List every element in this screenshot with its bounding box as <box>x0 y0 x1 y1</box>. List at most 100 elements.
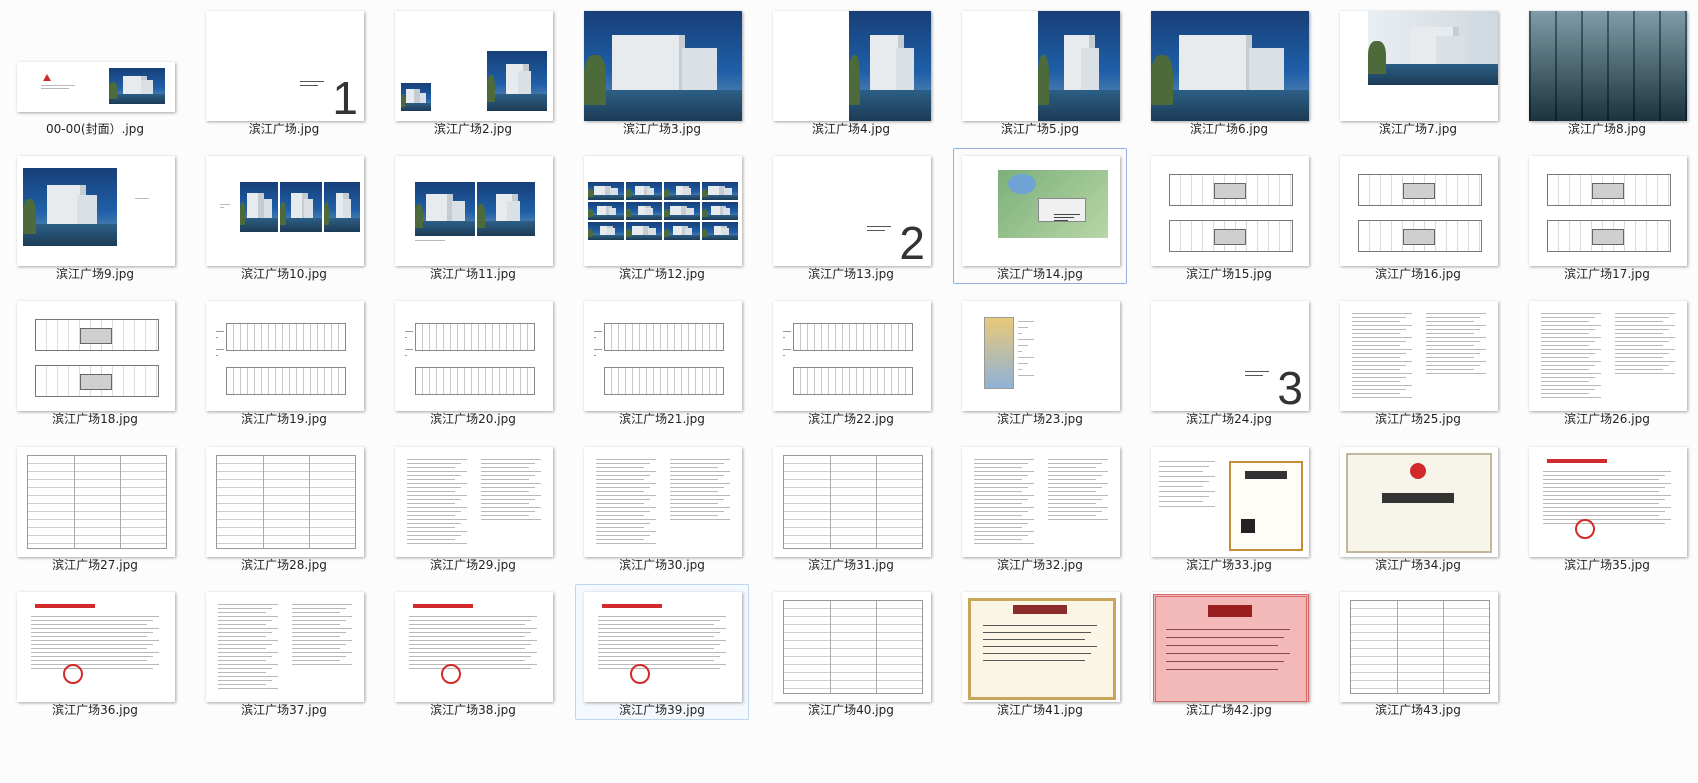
file-item[interactable]: 滨江广场33.jpg <box>1142 439 1316 575</box>
file-item[interactable]: 滨江广场11.jpg <box>386 148 560 284</box>
file-thumbnail <box>1340 446 1498 557</box>
file-name: 滨江广场27.jpg <box>52 557 138 572</box>
file-item[interactable]: 滨江广场43.jpg <box>1331 584 1505 720</box>
file-thumbnail: 3 <box>1151 301 1309 412</box>
file-thumbnail <box>773 301 931 412</box>
file-item[interactable]: 滨江广场36.jpg <box>8 584 182 720</box>
file-name: 滨江广场16.jpg <box>1375 267 1461 282</box>
file-thumbnail <box>1340 156 1498 267</box>
file-item[interactable]: 滨江广场12.jpg <box>575 148 749 284</box>
file-item[interactable]: 滨江广场18.jpg <box>8 293 182 429</box>
file-item[interactable]: 滨江广场26.jpg <box>1520 293 1694 429</box>
thumbnail-image <box>773 591 931 702</box>
file-item[interactable]: 滨江广场23.jpg <box>953 293 1127 429</box>
file-item[interactable]: 滨江广场28.jpg <box>197 439 371 575</box>
file-item[interactable]: 滨江广场3.jpg <box>575 3 749 139</box>
file-thumbnail <box>773 591 931 702</box>
file-item[interactable]: 滨江广场6.jpg <box>1142 3 1316 139</box>
file-name: 滨江广场29.jpg <box>430 557 516 572</box>
file-item[interactable]: 滨江广场34.jpg <box>1331 439 1505 575</box>
file-item[interactable]: 滨江广场16.jpg <box>1331 148 1505 284</box>
thumbnail-image <box>1529 11 1687 121</box>
file-name: 滨江广场7.jpg <box>1378 122 1458 136</box>
thumbnail-image <box>206 156 364 267</box>
file-item[interactable]: 滨江广场10.jpg <box>197 148 371 284</box>
thumbnail-image <box>1529 301 1687 412</box>
thumbnail-image <box>206 301 364 412</box>
thumbnail-image <box>584 591 742 702</box>
file-thumbnail <box>17 11 175 121</box>
file-item[interactable]: 滨江广场41.jpg <box>953 584 1127 720</box>
file-thumbnail <box>584 156 742 267</box>
section-number: 3 <box>1277 362 1303 412</box>
file-item[interactable]: 滨江广场4.jpg <box>764 3 938 139</box>
file-item[interactable]: 滨江广场29.jpg <box>386 439 560 575</box>
file-name: 滨江广场2.jpg <box>433 122 513 136</box>
file-name: 滨江广场42.jpg <box>1186 702 1272 717</box>
thumbnail-image <box>395 591 553 702</box>
file-thumbnail <box>17 301 175 412</box>
file-name: 滨江广场36.jpg <box>52 702 138 717</box>
file-thumbnail <box>1340 11 1498 121</box>
file-name: 滨江广场22.jpg <box>808 412 894 427</box>
thumbnail-image <box>584 11 742 121</box>
file-item[interactable]: 滨江广场2.jpg <box>386 3 560 139</box>
file-name: 滨江广场23.jpg <box>997 412 1083 427</box>
file-item[interactable]: 2 滨江广场13.jpg <box>764 148 938 284</box>
file-item[interactable]: 滨江广场20.jpg <box>386 293 560 429</box>
file-item[interactable]: 滨江广场40.jpg <box>764 584 938 720</box>
file-thumbnail <box>395 301 553 412</box>
thumbnail-image <box>1151 591 1309 702</box>
file-thumbnail <box>1529 301 1687 412</box>
file-thumbnail <box>206 301 364 412</box>
thumbnail-image <box>1340 591 1498 702</box>
file-item[interactable]: 滨江广场9.jpg <box>8 148 182 284</box>
file-item[interactable]: 滨江广场7.jpg <box>1331 3 1505 139</box>
file-item[interactable]: 滨江广场8.jpg <box>1520 3 1694 139</box>
file-name: 滨江广场12.jpg <box>619 267 705 282</box>
thumbnail-image <box>17 591 175 702</box>
thumbnail-image <box>17 156 175 267</box>
file-item[interactable]: 滨江广场14.jpg <box>953 148 1127 285</box>
file-name: 滨江广场8.jpg <box>1567 122 1647 136</box>
file-name: 滨江广场9.jpg <box>55 267 135 282</box>
file-item[interactable]: 滨江广场27.jpg <box>8 439 182 575</box>
file-item[interactable]: 滨江广场19.jpg <box>197 293 371 429</box>
file-thumbnail <box>773 11 931 121</box>
file-thumbnail <box>962 301 1120 412</box>
thumbnail-image <box>1151 446 1309 557</box>
file-item[interactable]: 滨江广场15.jpg <box>1142 148 1316 284</box>
file-item[interactable]: 滨江广场17.jpg <box>1520 148 1694 284</box>
file-item[interactable]: 1 滨江广场.jpg <box>197 3 371 139</box>
thumbnail-image <box>962 591 1120 702</box>
file-item[interactable]: 滨江广场38.jpg <box>386 584 560 720</box>
file-name: 滨江广场43.jpg <box>1375 702 1461 717</box>
file-thumbnail <box>395 11 553 121</box>
file-item[interactable]: 滨江广场42.jpg <box>1142 584 1316 720</box>
emblem-icon <box>1410 462 1426 479</box>
file-item[interactable]: 滨江广场5.jpg <box>953 3 1127 139</box>
file-thumbnail <box>1340 301 1498 412</box>
thumbnail-image: 1 <box>206 11 364 121</box>
file-item[interactable]: 滨江广场37.jpg <box>197 584 371 720</box>
file-item[interactable]: 滨江广场30.jpg <box>575 439 749 575</box>
file-thumbnail: 2 <box>773 156 931 267</box>
file-thumbnail <box>206 156 364 267</box>
file-item[interactable]: 滨江广场31.jpg <box>764 439 938 575</box>
file-item[interactable]: 3 滨江广场24.jpg <box>1142 293 1316 429</box>
file-thumbnail <box>1151 156 1309 267</box>
file-name: 滨江广场37.jpg <box>241 702 327 717</box>
file-item[interactable]: 滨江广场32.jpg <box>953 439 1127 575</box>
file-item[interactable]: 滨江广场35.jpg <box>1520 439 1694 575</box>
file-item[interactable]: 滨江广场25.jpg <box>1331 293 1505 429</box>
file-thumbnail <box>962 591 1120 702</box>
file-name: 滨江广场19.jpg <box>241 412 327 427</box>
thumbnail-image <box>1340 446 1498 557</box>
file-item[interactable]: 滨江广场39.jpg <box>575 583 749 720</box>
file-name: 滨江广场18.jpg <box>52 412 138 427</box>
file-item[interactable]: 滨江广场22.jpg <box>764 293 938 429</box>
file-thumbnail <box>1529 11 1687 121</box>
file-item[interactable]: 00-00(封面）.jpg <box>8 3 182 139</box>
file-name: 滨江广场33.jpg <box>1186 557 1272 572</box>
file-item[interactable]: 滨江广场21.jpg <box>575 293 749 429</box>
